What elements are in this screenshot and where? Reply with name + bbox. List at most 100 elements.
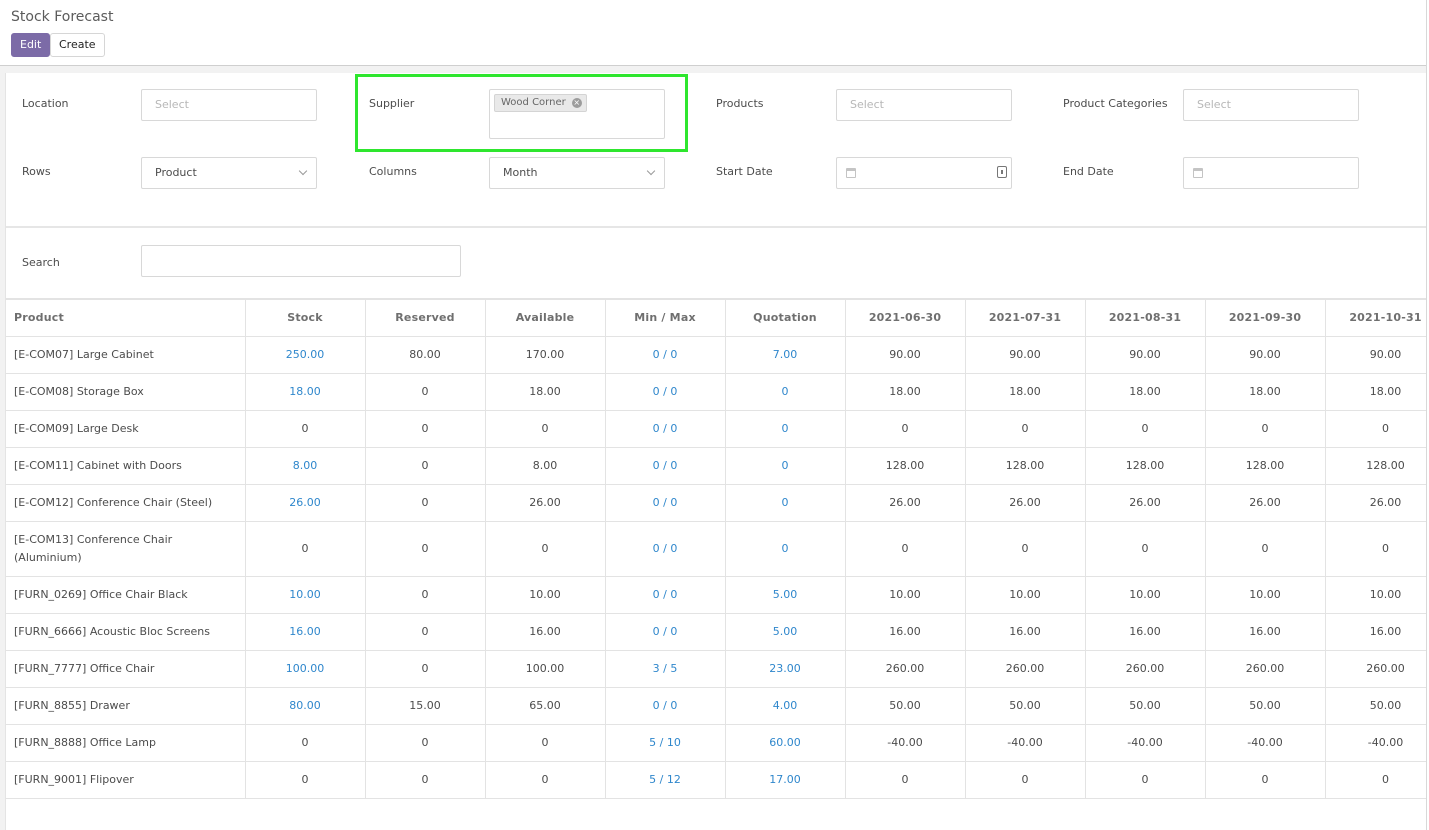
value-cell: 50.00 [965,687,1086,725]
value-cell: 16.00 [1085,613,1206,651]
value-cell: 0 [845,761,966,799]
value-link-cell[interactable]: 7.00 [725,336,846,374]
value-link-cell[interactable]: 5.00 [725,613,846,651]
value-cell: 0 [365,484,486,522]
value-cell: 260.00 [965,650,1086,688]
value-link-cell[interactable]: 0 / 0 [605,336,726,374]
value-link-cell[interactable]: 0 / 0 [605,613,726,651]
create-button[interactable]: Create [50,33,105,57]
column-header: Product [6,299,246,337]
remove-tag-icon[interactable]: × [571,98,582,108]
products-select[interactable]: Select [836,89,1012,121]
column-header: 2021-10-31 [1325,299,1426,337]
value-cell: 170.00 [485,336,606,374]
window-edge [1426,0,1427,830]
rows-select[interactable]: Product [141,157,317,189]
value-link-cell[interactable]: 80.00 [245,687,366,725]
value-link-cell[interactable]: 16.00 [245,613,366,651]
value-link-cell[interactable]: 0 [725,410,846,448]
value-cell: 26.00 [1325,484,1426,522]
search-input[interactable] [141,245,461,277]
product-cell: [FURN_6666] Acoustic Bloc Screens [6,613,246,651]
value-link-cell[interactable]: 0 [725,373,846,411]
value-cell: 0 [1085,410,1206,448]
location-label: Location [22,97,69,110]
value-link-cell[interactable]: 0 / 0 [605,373,726,411]
location-select[interactable]: Select [141,89,317,121]
value-link-cell[interactable]: 0 / 0 [605,576,726,614]
value-link-cell[interactable]: 0 / 0 [605,447,726,485]
value-link-cell[interactable]: 0 [725,447,846,485]
value-link-cell[interactable]: 3 / 5 [605,650,726,688]
end-date-input[interactable] [1183,157,1359,189]
value-cell: 128.00 [845,447,966,485]
value-cell: 90.00 [1325,336,1426,374]
value-link-cell[interactable]: 17.00 [725,761,846,799]
product-cell: [FURN_9001] Flipover [6,761,246,799]
value-link-cell[interactable]: 60.00 [725,724,846,762]
value-cell: -40.00 [1325,724,1426,762]
value-cell: -40.00 [1085,724,1206,762]
value-link-cell[interactable]: 0 [725,484,846,522]
start-date-label: Start Date [716,165,773,178]
edit-button[interactable]: Edit [11,33,51,57]
table-row: [FURN_8855] Drawer 80.00 15.00 65.00 0 / 0 4.… [6,687,1426,725]
value-link-cell[interactable]: 23.00 [725,650,846,688]
product-categories-select[interactable]: Select [1183,89,1359,121]
value-link-cell[interactable]: 0 / 0 [605,410,726,448]
value-cell: 0 [365,373,486,411]
column-header: Stock [245,299,366,337]
value-cell: 0 [365,576,486,614]
rows-label: Rows [22,165,51,178]
value-link-cell[interactable]: 5.00 [725,576,846,614]
value-cell: 16.00 [1205,613,1326,651]
value-cell: 0 [1325,410,1426,448]
value-link-cell[interactable]: 5 / 12 [605,761,726,799]
value-cell: 18.00 [845,373,966,411]
value-cell: 80.00 [365,336,486,374]
value-link-cell[interactable]: 0 [725,521,846,577]
value-cell: 26.00 [485,484,606,522]
value-link-cell[interactable]: 0 / 0 [605,687,726,725]
value-link-cell[interactable]: 4.00 [725,687,846,725]
value-link-cell[interactable]: 0 / 0 [605,484,726,522]
search-label: Search [22,256,60,269]
forecast-table: Product Stock Reserved Available Min / Max Qu… [6,299,1426,799]
value-link-cell[interactable]: 10.00 [245,576,366,614]
value-cell: 10.00 [485,576,606,614]
value-cell: 260.00 [1085,650,1206,688]
value-cell: 260.00 [1205,650,1326,688]
value-cell: 0 [365,761,486,799]
value-link-cell[interactable]: 0 / 0 [605,521,726,577]
columns-value: Month [503,166,538,179]
table-row: [FURN_8888] Office Lamp 0 0 0 5 / 10 60.00 -40… [6,724,1426,762]
value-cell: 0 [965,761,1086,799]
search-row: Search [6,230,1426,300]
value-cell: 18.00 [485,373,606,411]
table-header-row: Product Stock Reserved Available Min / Max Qu… [6,299,1426,337]
value-link-cell[interactable]: 250.00 [245,336,366,374]
value-cell: 50.00 [1205,687,1326,725]
value-cell: 15.00 [365,687,486,725]
supplier-tag: Wood Corner × [494,94,587,112]
value-link-cell[interactable]: 5 / 10 [605,724,726,762]
start-date-input[interactable] [836,157,1012,189]
columns-label: Columns [369,165,417,178]
value-cell: -40.00 [965,724,1086,762]
chevron-down-icon [298,166,308,176]
column-header: 2021-08-31 [1085,299,1206,337]
table-row: [E-COM13] Conference Chair (Aluminium) 0 0… [6,521,1426,577]
value-link-cell[interactable]: 8.00 [245,447,366,485]
columns-select[interactable]: Month [489,157,665,189]
value-link-cell[interactable]: 100.00 [245,650,366,688]
value-cell: 16.00 [845,613,966,651]
date-picker-icon[interactable] [997,166,1007,178]
product-categories-placeholder: Select [1197,98,1231,111]
value-cell: 0 [1325,521,1426,577]
value-cell: 90.00 [1085,336,1206,374]
value-link-cell[interactable]: 18.00 [245,373,366,411]
value-link-cell[interactable]: 26.00 [245,484,366,522]
value-cell: 128.00 [1085,447,1206,485]
value-cell: 90.00 [845,336,966,374]
supplier-select[interactable]: Wood Corner × [489,89,665,139]
